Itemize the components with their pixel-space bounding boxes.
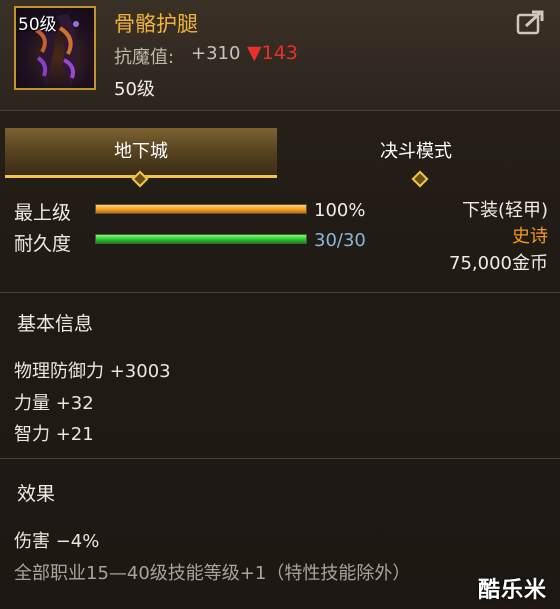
basic-info-title: 基本信息 xyxy=(17,313,94,335)
tab-dungeon-label: 地下城 xyxy=(114,141,168,162)
effect-line: 全部职业15—40级技能等级+1（特性技能除外） xyxy=(14,563,411,584)
basic-info-line: 物理防御力 +3003 xyxy=(14,361,171,382)
item-name: 骨骼护腿 xyxy=(114,12,198,36)
tab-dungeon[interactable]: 地下城 xyxy=(5,128,277,178)
resist-value: +310 xyxy=(191,43,241,64)
durability-value: 30/30 xyxy=(314,230,366,251)
tab-duel-mode[interactable]: 决斗模式 xyxy=(277,128,555,178)
grade-bar-fill xyxy=(96,205,306,213)
durability-label: 耐久度 xyxy=(14,233,72,255)
required-level: 50级 xyxy=(114,79,155,100)
basic-info-line: 智力 +21 xyxy=(14,424,94,445)
effects-title: 效果 xyxy=(17,483,56,505)
basic-divider xyxy=(0,458,560,459)
watermark-logo: 酷乐米 xyxy=(478,578,548,603)
tab-duel-mode-label: 决斗模式 xyxy=(380,141,452,162)
effect-line: 伤害 −4% xyxy=(14,531,100,552)
slot-type: 下装(轻甲) xyxy=(461,200,548,221)
durability-bar-fill xyxy=(96,235,306,243)
grade-bar xyxy=(95,204,307,214)
share-icon[interactable] xyxy=(516,9,546,37)
item-level-tag: 50级 xyxy=(18,15,57,35)
grade-value: 100% xyxy=(314,200,366,221)
basic-info-line: 力量 +32 xyxy=(14,393,94,414)
rarity: 史诗 xyxy=(512,226,548,247)
resist-label: 抗魔值: xyxy=(114,47,175,68)
header-divider xyxy=(0,110,560,111)
durability-bar xyxy=(95,234,307,244)
stats-divider xyxy=(0,292,560,293)
grade-label: 最上级 xyxy=(14,202,72,224)
price: 75,000金币 xyxy=(449,253,548,274)
resist-change: ▼143 xyxy=(247,42,298,64)
